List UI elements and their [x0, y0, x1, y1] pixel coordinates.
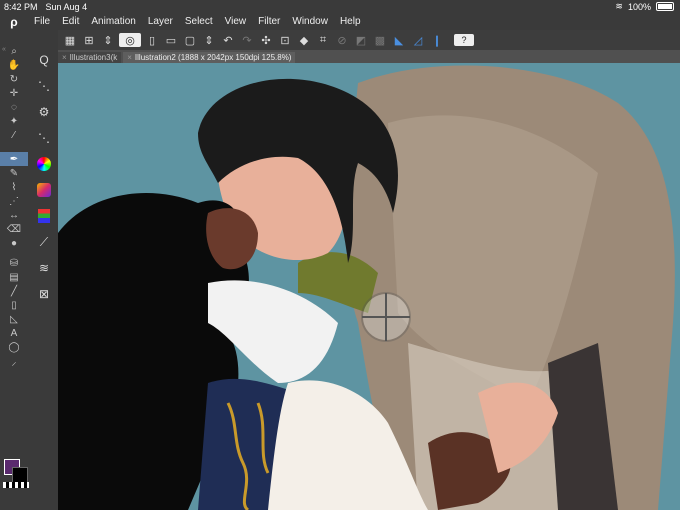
frame-tool[interactable]: ▯	[0, 298, 28, 312]
shape-tool[interactable]: ╱	[0, 284, 28, 298]
menu-window[interactable]: Window	[286, 16, 334, 27]
eraser-tool[interactable]: ⌫	[0, 222, 28, 236]
camera-icon[interactable]	[30, 180, 58, 200]
brush-tool[interactable]: ⌇	[0, 180, 28, 194]
ruler-tool[interactable]: ◺	[0, 312, 28, 326]
disabled-icon[interactable]: ⊘	[334, 32, 350, 48]
disabled-icon[interactable]: ▩	[372, 32, 388, 48]
navigator-icon[interactable]: ⊠	[30, 284, 58, 304]
status-date: Sun Aug 4	[45, 1, 88, 12]
disabled-icon[interactable]: ◩	[353, 32, 369, 48]
grid-icon[interactable]: ▦	[62, 32, 78, 48]
zoom-tool[interactable]: ⌕	[0, 44, 28, 58]
stepper-icon[interactable]: ⇕	[100, 32, 116, 48]
pencil-tool[interactable]: ✎	[0, 166, 28, 180]
search-icon[interactable]: Q	[30, 50, 58, 70]
gradient-tool[interactable]: ▤	[0, 270, 28, 284]
eyedropper-tool[interactable]: ⁄	[0, 128, 28, 142]
swirl-icon[interactable]: ◎	[119, 33, 141, 47]
keyboard-icon[interactable]: ?	[454, 34, 474, 46]
app-logo-icon[interactable]: ρ	[0, 15, 28, 29]
pen-pressure-icon[interactable]: ❙	[429, 32, 445, 48]
transform-cursor	[361, 292, 411, 342]
menu-bar: ρ File Edit Animation Layer Select View …	[0, 13, 680, 30]
redo-icon[interactable]: ↷	[239, 32, 255, 48]
artwork	[58, 65, 675, 510]
fill-icon[interactable]: ◆	[296, 32, 312, 48]
ios-status-bar: 8:42 PM Sun Aug 4 ≋ 100%	[0, 0, 680, 13]
menu-file[interactable]: File	[28, 16, 56, 27]
sparkle-icon[interactable]: ✣	[258, 32, 274, 48]
close-tab-icon[interactable]: ×	[127, 53, 132, 62]
pen-tool[interactable]: ✒	[0, 152, 28, 166]
menu-animation[interactable]: Animation	[85, 16, 141, 27]
stack-icon[interactable]: ≋	[30, 258, 58, 278]
divider	[0, 142, 28, 152]
menu-help[interactable]: Help	[334, 16, 367, 27]
tool-panel: « ⌕ ✋ ↻ ✛ ◌ ✦ ⁄ ✒ ✎ ⌇ ⋰ ↔ ⌫ ● ⛁ ▤ ╱ ▯ ◺ …	[0, 30, 58, 510]
status-time: 8:42 PM	[4, 1, 38, 12]
tab-label: Illustration2 (1888 x 2042px 150dpi 125.…	[134, 53, 292, 62]
hand-tool[interactable]: ✋	[0, 58, 28, 72]
bucket-tool[interactable]: ⛁	[0, 256, 28, 270]
close-tab-icon[interactable]: ×	[62, 53, 67, 62]
balloon-tool[interactable]: ◯	[0, 340, 28, 354]
new-file-icon[interactable]: ▯	[144, 32, 160, 48]
stepper-icon[interactable]: ⇕	[201, 32, 217, 48]
panel-column: Q ⋱ ⚙ ⋱ ⟋ ≋ ⊠	[30, 50, 58, 310]
menu-filter[interactable]: Filter	[252, 16, 286, 27]
gear-icon[interactable]: ⚙	[30, 102, 58, 122]
ruler-icon[interactable]: ◣	[391, 32, 407, 48]
menu-view[interactable]: View	[219, 16, 253, 27]
sub-color-swatch[interactable]	[12, 467, 28, 483]
rotate-tool[interactable]: ↻	[0, 72, 28, 86]
tab-illustration2[interactable]: × Illustration2 (1888 x 2042px 150dpi 12…	[123, 52, 296, 63]
node2-icon[interactable]: ⋱	[30, 128, 58, 148]
blend-tool[interactable]: ↔	[0, 208, 28, 222]
wand-tool[interactable]: ✦	[0, 114, 28, 128]
tool-column: ⌕ ✋ ↻ ✛ ◌ ✦ ⁄ ✒ ✎ ⌇ ⋰ ↔ ⌫ ● ⛁ ▤ ╱ ▯ ◺ A …	[0, 44, 30, 368]
menu-edit[interactable]: Edit	[56, 16, 85, 27]
stroke-icon[interactable]: ⟋	[30, 232, 58, 252]
frame-icon[interactable]: ⊡	[277, 32, 293, 48]
transparent-color-swatch[interactable]	[3, 482, 29, 488]
transform-icon[interactable]: ⊞	[81, 32, 97, 48]
node-icon[interactable]: ⋱	[30, 76, 58, 96]
color-wheel-icon[interactable]	[30, 154, 58, 174]
open-folder-icon[interactable]: ▭	[163, 32, 179, 48]
drawing-canvas[interactable]	[58, 63, 680, 510]
tab-label: Illustration3(k	[69, 53, 118, 62]
battery-icon	[656, 2, 674, 11]
menu-layer[interactable]: Layer	[142, 16, 179, 27]
crop-icon[interactable]: ⌗	[315, 32, 331, 48]
correct-line-tool[interactable]: ⸝	[0, 354, 28, 368]
menu-select[interactable]: Select	[179, 16, 219, 27]
ruler2-icon[interactable]: ◿	[410, 32, 426, 48]
layers-icon[interactable]	[30, 206, 58, 226]
undo-icon[interactable]: ↶	[220, 32, 236, 48]
wifi-icon: ≋	[615, 1, 623, 11]
command-bar: ▦ ⊞ ⇕ ◎ ▯ ▭ ▢ ⇕ ↶ ↷ ✣ ⊡ ◆ ⌗ ⊘ ◩ ▩ ◣ ◿ ❙ …	[58, 30, 680, 50]
move-tool[interactable]: ✛	[0, 86, 28, 100]
tab-illustration3[interactable]: × Illustration3(k	[58, 52, 122, 63]
save-icon[interactable]: ▢	[182, 32, 198, 48]
fill-tool[interactable]: ●	[0, 236, 28, 250]
document-tab-bar: × Illustration3(k × Illustration2 (1888 …	[58, 50, 680, 63]
battery-percent: 100%	[627, 1, 651, 12]
text-tool[interactable]: A	[0, 326, 28, 340]
lasso-tool[interactable]: ◌	[0, 100, 28, 114]
airbrush-tool[interactable]: ⋰	[0, 194, 28, 208]
